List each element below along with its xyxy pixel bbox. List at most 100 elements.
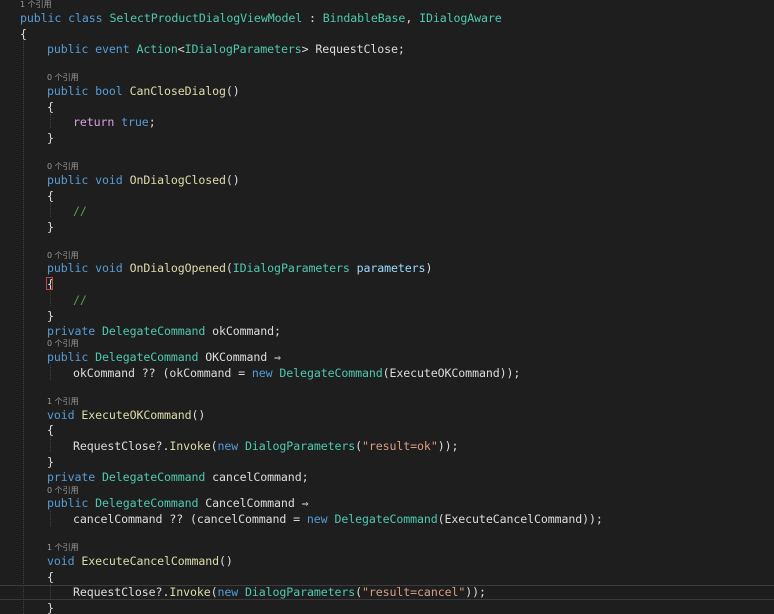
code-token: okCommand ?? (okCommand =: [73, 366, 252, 380]
code-token: new: [251, 366, 280, 380]
code-token: (: [355, 585, 363, 599]
code-token: RequestClose?.: [73, 585, 170, 599]
code-token: Invoke: [169, 585, 211, 599]
code-line: RequestClose?.Invoke(new DialogParameter…: [73, 585, 486, 599]
code-token: SelectProductDialogViewModel: [109, 11, 303, 25]
code-line: public DelegateCommand CancelCommand ⇒: [47, 496, 309, 510]
code-token: public: [47, 350, 96, 364]
code-line: //: [73, 293, 87, 307]
code-token: BindableBase: [322, 11, 406, 25]
code-line: void ExecuteOKCommand(): [47, 408, 205, 422]
code-token: Action: [136, 42, 178, 56]
brace-match-highlight: [46, 277, 53, 290]
code-token: public class: [20, 11, 110, 25]
code-token: {: [47, 570, 54, 584]
code-token: public bool: [47, 84, 130, 98]
code-token: {: [20, 27, 27, 41]
code-line: okCommand ?? (okCommand = new DelegateCo…: [73, 366, 520, 380]
code-token: :: [302, 11, 323, 25]
code-line: public event Action<IDialogParameters> R…: [47, 42, 405, 56]
indent-guide: [50, 114, 51, 128]
code-token: (): [225, 84, 240, 98]
code-line: public void OnDialogOpened(IDialogParame…: [47, 261, 432, 275]
codelens-reference-count[interactable]: 0 个引用: [47, 251, 79, 261]
code-token: void: [47, 408, 82, 422]
code-line: {: [47, 100, 54, 114]
code-token: //: [73, 293, 87, 307]
code-line: {: [47, 570, 54, 584]
code-token: OKCommand ⇒: [198, 350, 281, 364]
code-token: (): [191, 408, 206, 422]
code-token: private: [47, 470, 103, 484]
code-token: }: [47, 601, 54, 614]
code-token: public void: [47, 173, 130, 187]
indent-guide: [50, 365, 51, 380]
code-token: true: [121, 115, 149, 129]
indent-guide: [50, 203, 51, 217]
code-token: //: [73, 204, 87, 218]
code-token: CanCloseDialog: [129, 84, 226, 98]
code-token: DelegateCommand: [95, 350, 199, 364]
indent-guide: [23, 41, 24, 614]
code-line: private DelegateCommand okCommand;: [47, 324, 281, 338]
code-token: }: [47, 455, 54, 469]
code-token: CancelCommand ⇒: [198, 496, 309, 510]
code-token: DelegateCommand: [95, 496, 199, 510]
code-token: }: [47, 131, 54, 145]
code-token: }: [47, 309, 54, 323]
code-token: {: [47, 423, 54, 437]
codelens-reference-count[interactable]: 0 个引用: [47, 162, 79, 172]
code-line: public DelegateCommand OKCommand ⇒: [47, 350, 281, 364]
code-token: DelegateCommand: [279, 366, 383, 380]
code-token: OnDialogClosed: [129, 173, 226, 187]
codelens-reference-count[interactable]: 1 个引用: [47, 543, 79, 553]
code-line: }: [47, 309, 54, 323]
code-token: private: [47, 324, 103, 338]
code-token: (): [225, 173, 240, 187]
code-token: cancelCommand ?? (cancelCommand =: [73, 512, 307, 526]
code-token: ;: [148, 115, 156, 129]
code-token: void: [47, 554, 82, 568]
code-line: {: [20, 27, 27, 41]
code-token: IDialogAware: [419, 11, 502, 25]
code-token: DelegateCommand: [334, 512, 438, 526]
code-line: //: [73, 204, 87, 218]
code-token: parameters: [356, 261, 426, 275]
code-line: }: [47, 601, 54, 614]
code-editor[interactable]: 1 个引用 0 个引用 0 个引用 0 个引用 0 个引用 1 个引用 0 个引用 1 个引用…: [0, 0, 774, 614]
code-token: return: [73, 115, 122, 129]
codelens-reference-count[interactable]: 1 个引用: [20, 0, 52, 10]
code-token: ));: [465, 585, 486, 599]
codelens-reference-count[interactable]: 0 个引用: [47, 486, 79, 496]
indent-guide: [50, 291, 51, 306]
indent-guide: [50, 584, 51, 599]
code-token: okCommand;: [205, 324, 281, 338]
code-token: Invoke: [169, 439, 211, 453]
code-token: cancelCommand;: [205, 470, 309, 484]
codelens-reference-count[interactable]: 0 个引用: [47, 339, 79, 349]
codelens-reference-count[interactable]: 1 个引用: [47, 397, 79, 407]
code-token: DelegateCommand: [102, 470, 206, 484]
code-line: public bool CanCloseDialog(): [47, 84, 240, 98]
code-token: DialogParameters: [245, 439, 356, 453]
code-line: public class SelectProductDialogViewMode…: [20, 11, 502, 25]
code-line: private DelegateCommand cancelCommand;: [47, 470, 309, 484]
code-line: }: [47, 220, 54, 234]
code-token: {: [47, 100, 54, 114]
code-line: }: [47, 131, 54, 145]
code-token: (: [355, 439, 363, 453]
code-token: public event: [47, 42, 137, 56]
code-token: new: [306, 512, 335, 526]
code-token: public: [47, 496, 96, 510]
code-token: new: [217, 439, 246, 453]
code-token: IDialogParameters: [184, 42, 302, 56]
codelens-reference-count[interactable]: 0 个引用: [47, 73, 79, 83]
code-token: ExecuteCancelCommand: [81, 554, 220, 568]
code-token: "result=ok": [362, 439, 438, 453]
code-token: OnDialogOpened: [129, 261, 226, 275]
code-token: ): [425, 261, 433, 275]
code-line: }: [47, 455, 54, 469]
code-token: ,: [405, 11, 420, 25]
code-token: DialogParameters: [245, 585, 356, 599]
code-line: cancelCommand ?? (cancelCommand = new De…: [73, 512, 603, 526]
